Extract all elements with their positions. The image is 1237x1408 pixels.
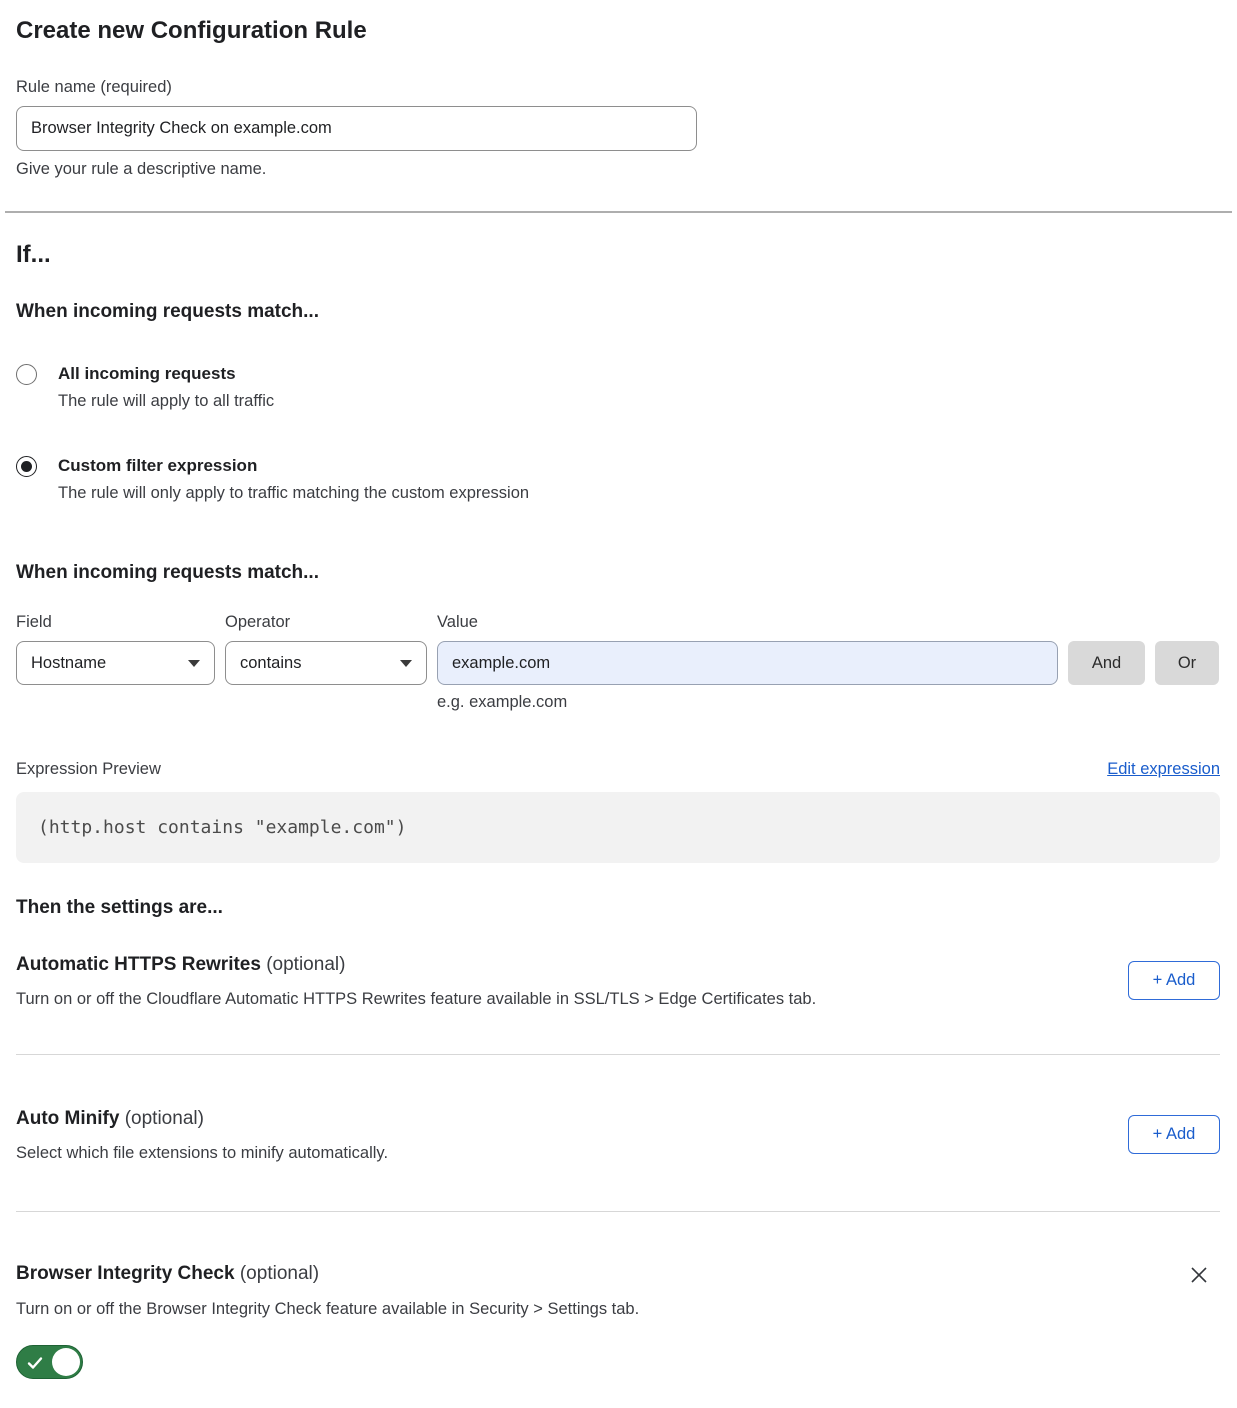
radio-all-incoming-requests[interactable]: All incoming requests The rule will appl… — [16, 363, 1220, 411]
setting-description: Select which file extensions to minify a… — [16, 1143, 388, 1163]
match-heading: When incoming requests match... — [16, 300, 1220, 323]
rule-name-helper: Give your rule a descriptive name. — [16, 159, 1220, 179]
radio-custom-filter-expression[interactable]: Custom filter expression The rule will o… — [16, 455, 1220, 503]
operator-select-value: contains — [240, 654, 301, 673]
browser-integrity-check-toggle[interactable] — [16, 1345, 83, 1379]
or-button[interactable]: Or — [1155, 641, 1219, 685]
radio-button-icon[interactable] — [16, 364, 37, 385]
expression-code: (http.host contains "example.com") — [38, 817, 406, 838]
builder-heading: When incoming requests match... — [16, 561, 1220, 584]
add-automatic-https-rewrites-button[interactable]: + Add — [1128, 961, 1220, 1000]
setting-optional-tag: (optional) — [240, 1263, 319, 1284]
setting-automatic-https-rewrites: Automatic HTTPS Rewrites (optional) Turn… — [16, 953, 1220, 1054]
close-icon[interactable] — [1188, 1264, 1210, 1286]
setting-browser-integrity-check: Browser Integrity Check (optional) Turn … — [16, 1262, 1220, 1384]
operator-select[interactable]: contains — [225, 641, 427, 685]
setting-description: Turn on or off the Browser Integrity Che… — [16, 1299, 1220, 1319]
radio-description: The rule will only apply to traffic matc… — [58, 483, 529, 503]
and-button[interactable]: And — [1068, 641, 1145, 685]
setting-auto-minify: Auto Minify (optional) Select which file… — [16, 1107, 1220, 1211]
radio-label: All incoming requests — [58, 363, 274, 384]
setting-description: Turn on or off the Cloudflare Automatic … — [16, 989, 816, 1009]
radio-button-icon[interactable] — [16, 456, 37, 477]
if-heading: If... — [16, 240, 1220, 270]
section-divider — [16, 1211, 1220, 1212]
operator-label: Operator — [225, 612, 427, 632]
section-divider — [5, 211, 1232, 213]
chevron-down-icon — [188, 660, 200, 667]
setting-title: Automatic HTTPS Rewrites — [16, 954, 261, 975]
field-label: Field — [16, 612, 215, 632]
add-auto-minify-button[interactable]: + Add — [1128, 1115, 1220, 1154]
field-select-value: Hostname — [31, 654, 106, 673]
then-heading: Then the settings are... — [16, 896, 1220, 919]
value-helper: e.g. example.com — [437, 693, 1220, 712]
checkmark-icon — [26, 1354, 44, 1372]
edit-expression-link[interactable]: Edit expression — [1107, 760, 1220, 779]
expression-preview-box: (http.host contains "example.com") — [16, 792, 1220, 863]
page-title: Create new Configuration Rule — [16, 16, 1220, 46]
setting-title: Browser Integrity Check — [16, 1263, 235, 1284]
radio-label: Custom filter expression — [58, 455, 529, 476]
rule-name-label: Rule name (required) — [16, 77, 1220, 97]
chevron-down-icon — [400, 660, 412, 667]
expression-preview-label: Expression Preview — [16, 760, 161, 779]
setting-title: Auto Minify — [16, 1108, 119, 1129]
section-divider — [16, 1054, 1220, 1055]
setting-optional-tag: (optional) — [125, 1108, 204, 1129]
field-select[interactable]: Hostname — [16, 641, 215, 685]
create-configuration-rule-form: Create new Configuration Rule Rule name … — [0, 16, 1237, 1408]
radio-description: The rule will apply to all traffic — [58, 391, 274, 411]
expression-builder: When incoming requests match... Field Ho… — [16, 561, 1220, 712]
value-input[interactable] — [437, 641, 1058, 685]
toggle-knob[interactable] — [52, 1348, 80, 1376]
rule-name-input[interactable] — [16, 106, 697, 151]
setting-optional-tag: (optional) — [266, 954, 345, 975]
value-label: Value — [437, 612, 1058, 632]
